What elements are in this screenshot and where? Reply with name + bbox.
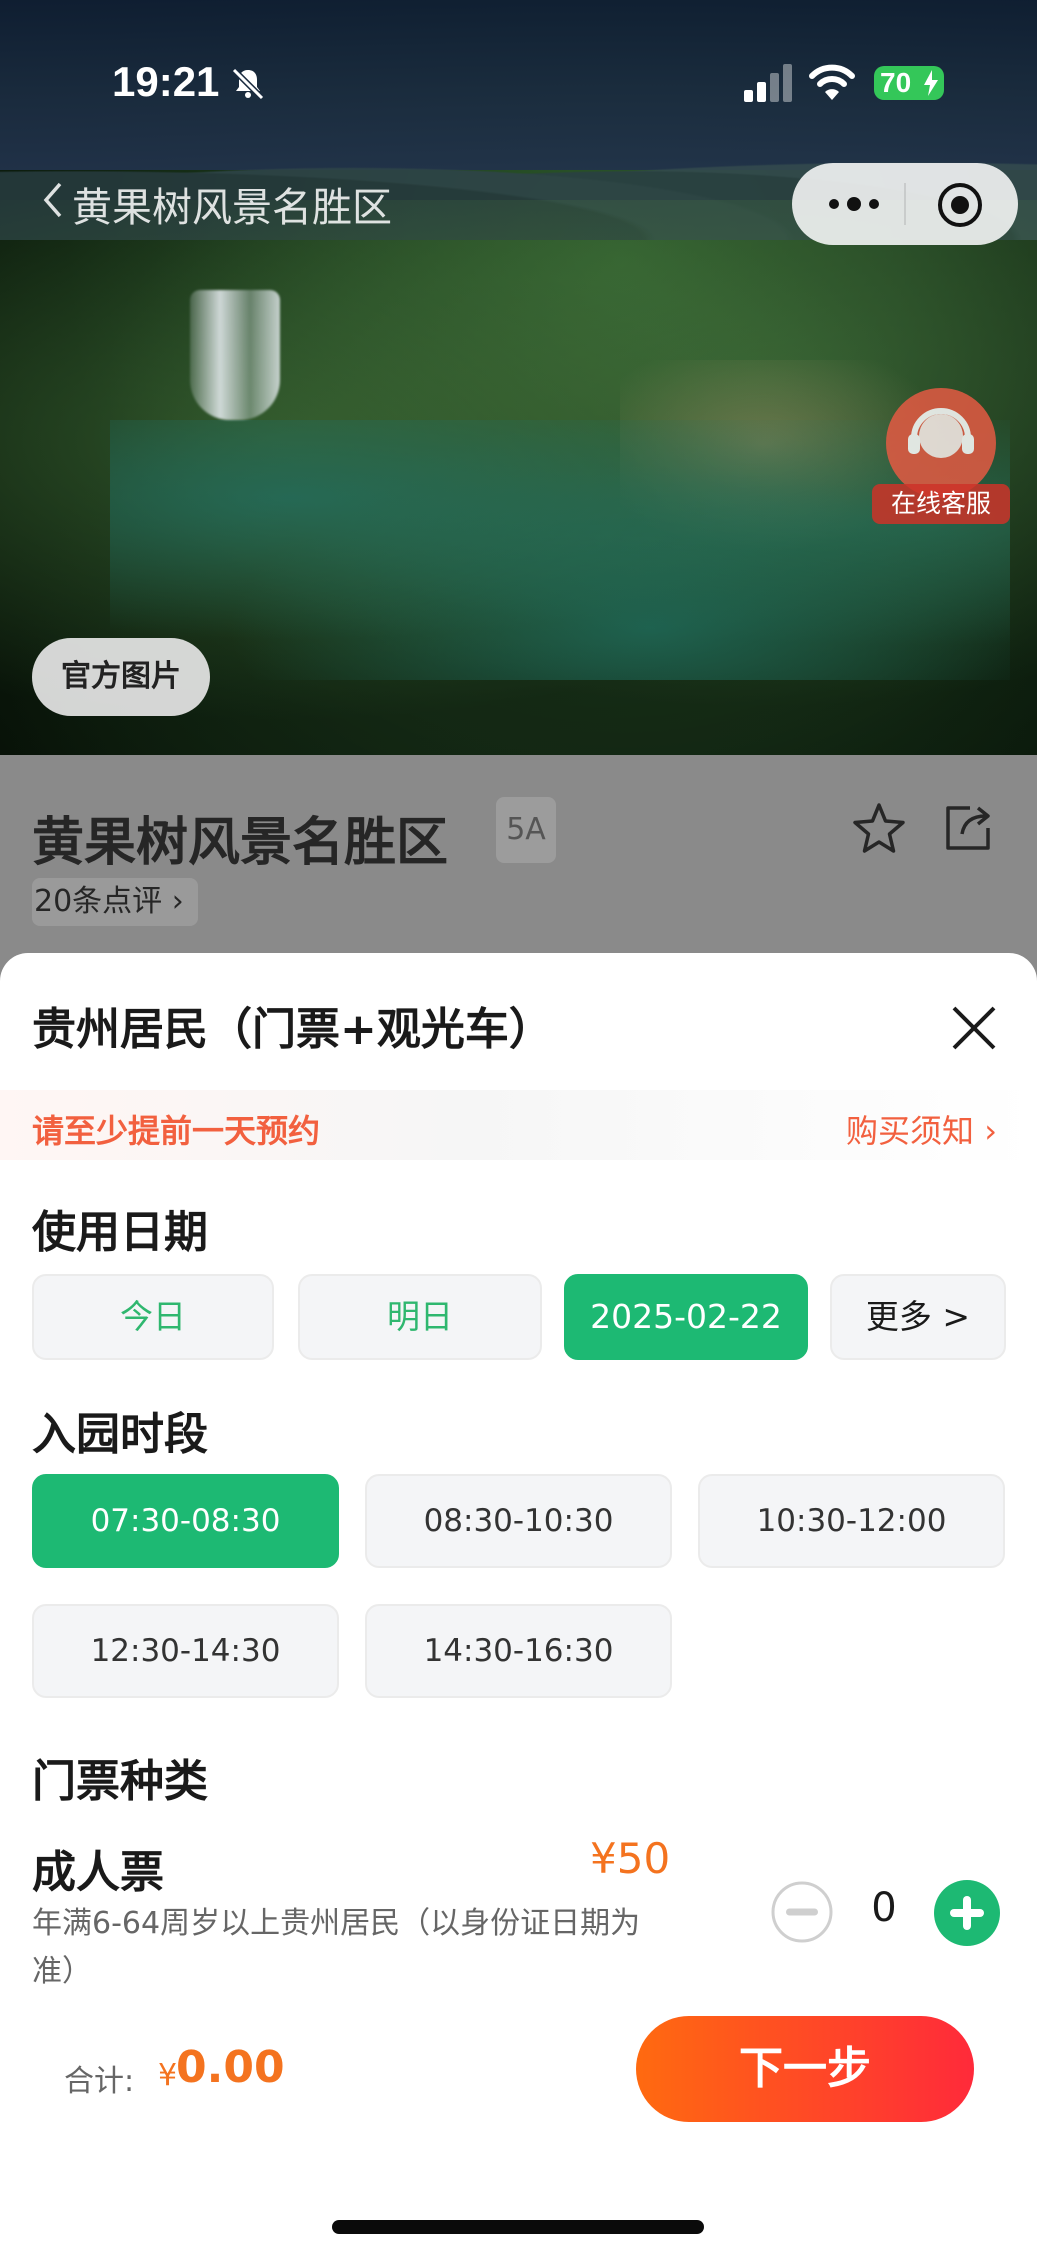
- quantity-value: 0: [871, 1885, 897, 1931]
- chevron-right-icon: ›: [984, 1112, 997, 1150]
- battery-indicator: 70: [874, 66, 944, 100]
- nav-title: 黄果树风景名胜区: [72, 185, 392, 231]
- reviews-text: 20条点评: [34, 884, 163, 919]
- customer-service-button[interactable]: 在线客服: [872, 388, 1010, 528]
- wifi-icon: [809, 64, 855, 100]
- more-dots-icon[interactable]: [824, 189, 884, 219]
- sheet-title: 贵州居民（门票+观光车）: [32, 1004, 553, 1055]
- mini-program-capsule: [792, 163, 1018, 245]
- reviews-link[interactable]: 20条点评 ›: [32, 878, 198, 926]
- date-chip-today[interactable]: 今日: [32, 1274, 274, 1360]
- time-slot[interactable]: 12:30-14:30: [32, 1604, 339, 1698]
- favorite-star-icon[interactable]: [850, 800, 908, 858]
- total-label: 合计:: [64, 2064, 135, 2099]
- waterfall: [190, 290, 280, 420]
- decrease-quantity-icon[interactable]: [770, 1880, 834, 1944]
- date-section-label: 使用日期: [32, 1207, 208, 1258]
- status-time: 19:21: [112, 58, 220, 105]
- spot-name: 黄果树风景名胜区: [32, 813, 449, 873]
- date-chip-selected[interactable]: 2025-02-22: [564, 1274, 808, 1360]
- chevron-right-icon: ›: [171, 884, 184, 919]
- cellular-signal-icon: [744, 64, 792, 102]
- spot-level-badge: 5A: [496, 797, 556, 863]
- ticket-price: ¥50: [590, 1834, 671, 1883]
- home-indicator[interactable]: [332, 2220, 704, 2234]
- close-mini-program-icon[interactable]: [936, 181, 984, 229]
- mute-bell-icon: [231, 67, 265, 101]
- time-slot[interactable]: 08:30-10:30: [365, 1474, 672, 1568]
- share-icon[interactable]: [940, 800, 996, 856]
- back-chevron-icon[interactable]: [40, 178, 64, 222]
- purchase-notes-link[interactable]: 购买须知 ›: [846, 1106, 997, 1152]
- date-chip-more[interactable]: 更多 >: [830, 1274, 1006, 1360]
- time-slot[interactable]: 14:30-16:30: [365, 1604, 672, 1698]
- notice-text: 请至少提前一天预约: [32, 1112, 321, 1150]
- battery-level: 70: [880, 67, 912, 98]
- time-slot[interactable]: 07:30-08:30: [32, 1474, 339, 1568]
- date-chip-tomorrow[interactable]: 明日: [298, 1274, 542, 1360]
- ticket-description: 年满6-64周岁以上贵州居民（以身份证日期为准）: [32, 1906, 641, 1989]
- official-pictures-button[interactable]: 官方图片: [32, 638, 210, 716]
- total-currency: ¥: [158, 2058, 178, 2093]
- charging-bolt-icon: [924, 70, 938, 96]
- customer-service-label: 在线客服: [872, 484, 1010, 524]
- close-icon[interactable]: [946, 1000, 1002, 1056]
- purchase-notes-label: 购买须知: [846, 1112, 975, 1150]
- increase-quantity-icon[interactable]: [934, 1880, 1000, 1946]
- headset-icon: [886, 388, 996, 498]
- ticket-type-section-label: 门票种类: [32, 1756, 208, 1807]
- next-step-button[interactable]: 下一步: [636, 2016, 974, 2122]
- total-amount: 0.00: [176, 2042, 285, 2093]
- time-slot[interactable]: 10:30-12:00: [698, 1474, 1005, 1568]
- ticket-name: 成人票: [32, 1847, 164, 1898]
- capsule-divider: [904, 183, 906, 225]
- time-section-label: 入园时段: [32, 1409, 208, 1460]
